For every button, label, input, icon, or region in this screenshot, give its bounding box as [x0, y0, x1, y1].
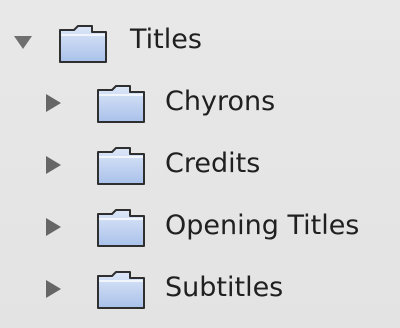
folder-icon — [96, 146, 146, 186]
folder-icon — [96, 270, 146, 310]
tree-item-label: Chyrons — [165, 86, 276, 117]
folder-icon — [58, 24, 108, 64]
tree-item-label: Titles — [130, 24, 202, 55]
folder-icon — [96, 208, 146, 248]
tree-row-titles[interactable]: Titles — [0, 12, 400, 64]
disclosure-triangle-collapsed-icon[interactable] — [46, 280, 61, 298]
tree-row-credits[interactable]: Credits — [0, 140, 400, 190]
disclosure-triangle-collapsed-icon[interactable] — [46, 218, 61, 236]
disclosure-triangle-collapsed-icon[interactable] — [46, 94, 61, 112]
tree-item-label: Subtitles — [165, 272, 284, 303]
folder-tree: Titles Chyrons Credits Opening Titles Su… — [0, 0, 400, 328]
disclosure-triangle-expanded-icon[interactable] — [14, 36, 32, 49]
folder-icon — [96, 84, 146, 124]
tree-row-opening-titles[interactable]: Opening Titles — [0, 202, 400, 252]
tree-item-label: Credits — [165, 148, 261, 179]
tree-row-subtitles[interactable]: Subtitles — [0, 264, 400, 314]
disclosure-triangle-collapsed-icon[interactable] — [46, 156, 61, 174]
tree-item-label: Opening Titles — [165, 210, 360, 241]
tree-row-chyrons[interactable]: Chyrons — [0, 78, 400, 128]
